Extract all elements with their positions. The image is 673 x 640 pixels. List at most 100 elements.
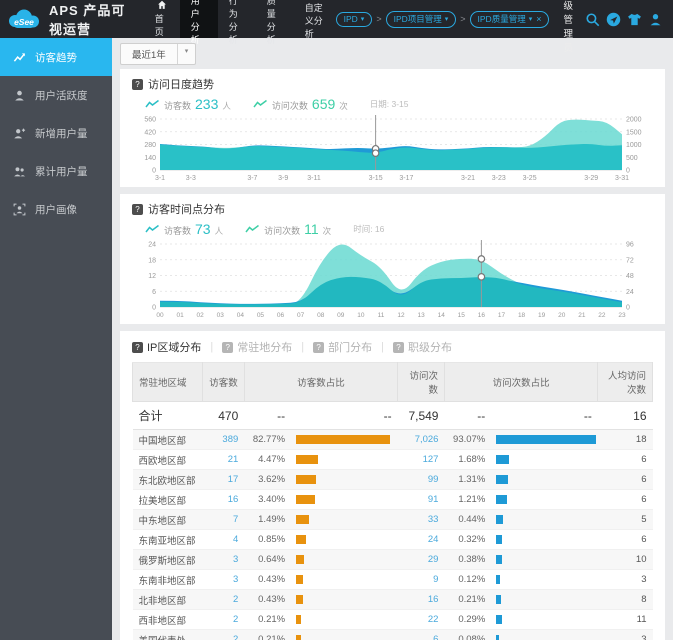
visits-count[interactable]: 99 <box>397 469 445 490</box>
x-axis-tick: 3-7 <box>247 175 257 182</box>
visitors-pct: 0.64% <box>244 549 292 570</box>
table-header: 常驻地区域 访客数 访客数占比 访问次数 访问次数占比 人均访问次数 <box>131 362 653 402</box>
marker-handle[interactable] <box>477 255 486 263</box>
col-visits-pct: 访问次数占比 <box>443 362 599 402</box>
toolbar: 最近1年 ▾ <box>112 38 673 69</box>
legend-unit: 人 <box>222 101 231 111</box>
breadcrumb-pill-IPD项目管理[interactable]: IPD项目管理 ▾ <box>385 10 457 28</box>
visits-pct: 0.38% <box>444 549 492 570</box>
visitors-bar-cell <box>291 549 398 570</box>
x-axis-tick: 13 <box>418 312 426 319</box>
pill-label: IPD <box>343 14 358 24</box>
legend-item-访问次数[interactable]: 访问次数 11 次 <box>245 221 331 237</box>
region-name: 中东地区部 <box>132 509 203 530</box>
avg-visits: 10 <box>597 549 653 570</box>
visitors-count[interactable]: 3 <box>202 569 245 590</box>
table-row-东南亚地区部: 东南亚地区部 4 0.85% 24 0.32% 6 <box>132 529 653 550</box>
nav-item-质量分析[interactable]: 质量分析 <box>256 0 294 45</box>
nav-item-自定义分析[interactable]: 自定义分析 <box>294 0 336 39</box>
daily-trend-legend: 访客数 233 人 访问次数 659 次 日期: 3-15 <box>132 92 653 114</box>
table-row-拉美地区部: 拉美地区部 16 3.40% 91 1.21% 6 <box>132 489 653 510</box>
tab-职级分布[interactable]: ? 职级分布 <box>392 339 452 355</box>
visitors-count[interactable]: 7 <box>202 509 245 530</box>
visitors-bar-cell <box>291 589 398 610</box>
visits-count[interactable]: 127 <box>397 449 445 470</box>
visitors-count[interactable]: 2 <box>202 609 245 630</box>
sidebar-item-访客趋势[interactable]: 访客趋势 <box>0 38 112 76</box>
nav-item-用户分析[interactable]: 用户分析 <box>179 0 218 45</box>
sidebar-item-用户画像[interactable]: 用户画像 <box>0 190 112 228</box>
nav-item-行为分析[interactable]: 行为分析 <box>218 0 256 45</box>
visits-count[interactable]: 33 <box>397 509 445 530</box>
help-icon[interactable]: ? <box>132 78 143 90</box>
visits-count[interactable]: 7,026 <box>397 429 445 450</box>
marker-handle[interactable] <box>371 149 380 157</box>
visits-count[interactable]: 29 <box>397 549 445 570</box>
chevron-down-icon[interactable]: ▾ <box>445 15 449 23</box>
nav-item-首页[interactable]: 首页 <box>144 0 180 38</box>
visitors-pct-bar <box>296 595 304 604</box>
visitors-count[interactable]: 389 <box>202 429 245 450</box>
table-row-西欧地区部: 西欧地区部 21 4.47% 127 1.68% 6 <box>132 449 653 470</box>
esee-logo[interactable]: eSee <box>0 0 49 38</box>
chevron-down-icon[interactable]: ▾ <box>176 44 196 64</box>
visits-bar-cell <box>491 589 598 610</box>
visits-pct: 0.21% <box>444 589 492 610</box>
x-axis-tick: 3-3 <box>186 175 196 182</box>
breadcrumb-pill-IPD[interactable]: IPD ▾ <box>335 11 373 27</box>
search-icon[interactable] <box>584 11 601 28</box>
chevron-down-icon[interactable]: ▾ <box>361 15 365 23</box>
visitors-count[interactable]: 17 <box>202 469 245 490</box>
close-icon[interactable]: × <box>536 14 541 24</box>
visits-pct-bar <box>496 515 504 524</box>
legend-item-访客数[interactable]: 访客数 233 人 <box>145 96 231 112</box>
tab-label: IP区域分布 <box>147 342 202 354</box>
visitors-pct-bar <box>296 535 307 544</box>
tab-separator: | <box>301 341 305 353</box>
visitors-count[interactable]: 2 <box>202 629 245 640</box>
main-nav: 首页 用户分析 行为分析 质量分析 自定义分析 <box>144 0 336 45</box>
legend-label: 访客数 <box>164 226 192 236</box>
region-name: 西欧地区部 <box>132 449 203 470</box>
send-icon[interactable] <box>605 11 622 28</box>
cloud-logo-icon: eSee <box>9 9 39 28</box>
tab-IP区域分布[interactable]: ? IP区域分布 <box>132 339 201 355</box>
legend-item-访问次数[interactable]: 访问次数 659 次 <box>253 96 348 112</box>
y-axis-right-tick: 2000 <box>626 117 642 124</box>
distribution-panel: ? IP区域分布 |? 常驻地分布 |? 部门分布 |? 职级分布 常驻地区域 访客数 访客数… <box>120 331 665 640</box>
legend-label: 访客数 <box>164 101 192 111</box>
tshirt-icon[interactable] <box>626 11 643 28</box>
tab-常驻地分布[interactable]: ? 常驻地分布 <box>222 339 292 355</box>
visitors-count[interactable]: 2 <box>202 589 245 610</box>
user-icon[interactable] <box>647 11 664 28</box>
x-axis-tick: 3-1 <box>155 175 165 182</box>
visits-count[interactable]: 91 <box>397 489 445 510</box>
table-rows: 中国地区部 389 82.77% 7,026 93.07% 18 西欧地区部 21 4.47% 1… <box>132 429 653 640</box>
visits-count[interactable]: 16 <box>397 589 445 610</box>
breadcrumb-pill-IPD质量管理[interactable]: IPD质量管理 ▾ × <box>469 10 550 28</box>
visitors-count[interactable]: 4 <box>202 529 245 550</box>
date-range-dropdown[interactable]: 最近1年 ▾ <box>120 43 197 65</box>
visitors-count[interactable]: 3 <box>202 549 245 570</box>
chevron-down-icon[interactable]: ▾ <box>529 15 533 23</box>
help-icon[interactable]: ? <box>132 203 143 215</box>
legend-item-访客数[interactable]: 访客数 73 人 <box>145 221 223 237</box>
sidebar-item-新增用户量[interactable]: 新增用户量 <box>0 114 112 152</box>
visits-count[interactable]: 9 <box>397 569 445 590</box>
sidebar-item-累计用户量[interactable]: 累计用户量 <box>0 152 112 190</box>
marker-handle[interactable] <box>477 273 486 281</box>
x-axis-tick: 08 <box>317 312 325 319</box>
visitors-pct: 0.21% <box>244 629 292 640</box>
visitors-count[interactable]: 21 <box>202 449 245 470</box>
visitors-pct: 0.43% <box>244 569 292 590</box>
visits-pct-bar <box>496 575 501 584</box>
visits-count[interactable]: 24 <box>397 529 445 550</box>
tab-部门分布[interactable]: ? 部门分布 <box>313 339 372 355</box>
visits-count[interactable]: 22 <box>397 609 445 630</box>
visitors-count[interactable]: 16 <box>202 489 245 510</box>
help-icon: ? <box>132 341 143 353</box>
sidebar-item-用户活跃度[interactable]: 用户活跃度 <box>0 76 112 114</box>
visits-count[interactable]: 6 <box>397 629 445 640</box>
legend-value: 659 <box>311 96 336 112</box>
wave-icon <box>145 224 159 233</box>
